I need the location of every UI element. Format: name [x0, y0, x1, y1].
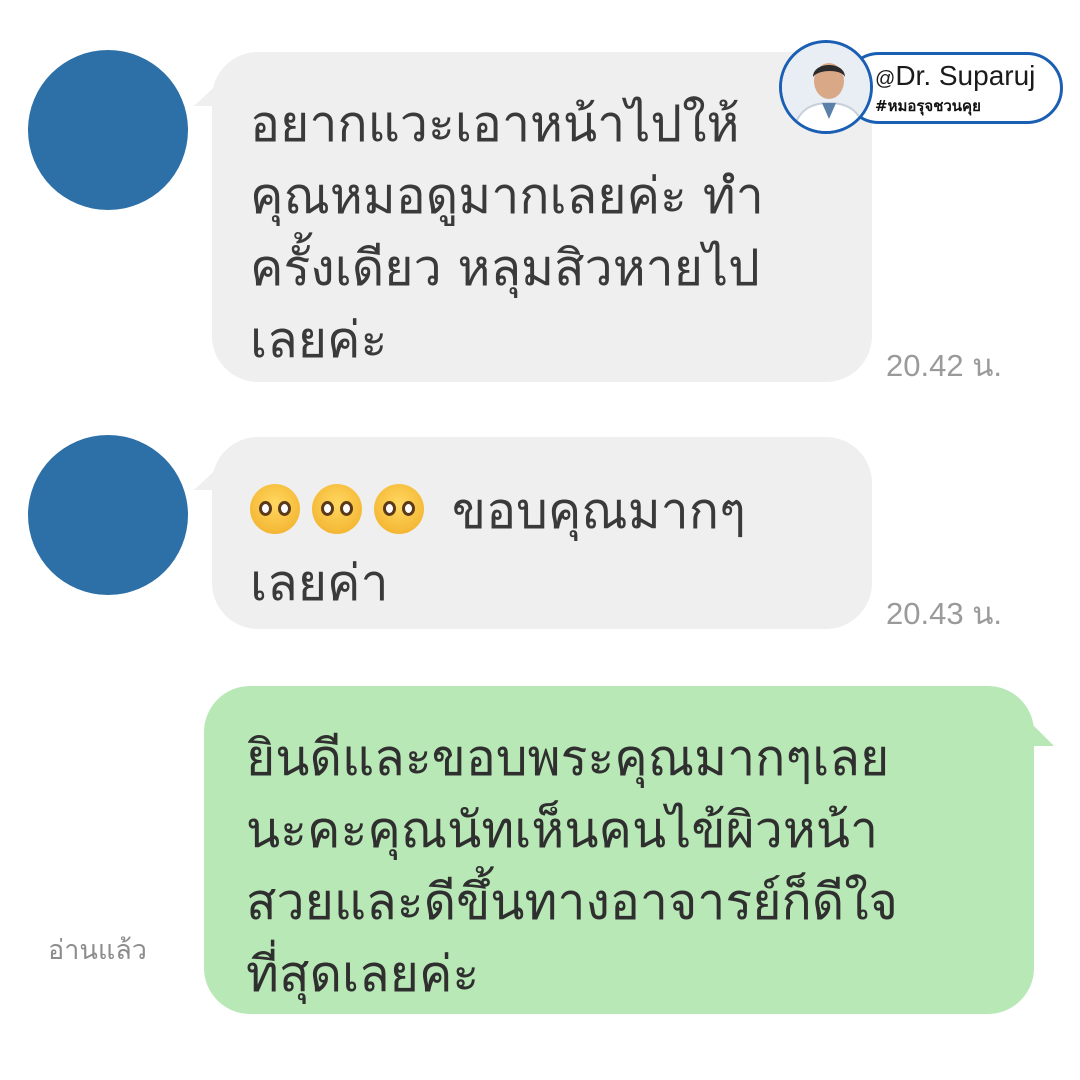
message-text: ขอบคุณมากๆ	[451, 482, 746, 540]
message-timestamp: 20.43 น.	[886, 596, 1002, 631]
doctor-avatar-icon	[779, 40, 873, 134]
badge-hashtag: #หมอรุจชวนคุย	[875, 97, 981, 115]
message-text-line: ครั้งเดียว หลุมสิวหายไป	[250, 239, 760, 297]
bubble-tail	[1020, 712, 1054, 746]
message-text-line: ขอบคุณมากๆ	[250, 475, 872, 547]
sender-avatar[interactable]	[28, 50, 188, 210]
outgoing-message-bubble[interactable]: ยินดีและขอบพระคุณมากๆเลย นะคะคุณนัทเห็นค…	[204, 686, 1034, 1014]
message-text-line: สวยและดีขึ้นทางอาจารย์ก็ดีใจ	[246, 873, 898, 931]
message-text-line: คุณหมอดูมากเลยค่ะ ทำ	[250, 167, 764, 225]
pleading-face-emoji-icon	[374, 484, 424, 534]
message-text-line: เลยค่า	[250, 554, 389, 612]
pleading-face-emoji-icon	[312, 484, 362, 534]
read-receipt: อ่านแล้ว	[48, 935, 147, 966]
incoming-message-bubble[interactable]: อยากแวะเอาหน้าไปให้ คุณหมอดูมากเลยค่ะ ทำ…	[212, 52, 872, 382]
message-text-line: เลยค่ะ	[250, 311, 388, 369]
chat-view: อยากแวะเอาหน้าไปให้ คุณหมอดูมากเลยค่ะ ทำ…	[0, 0, 1080, 1080]
message-timestamp: 20.42 น.	[886, 348, 1002, 383]
message-text-line: ยินดีและขอบพระคุณมากๆเลย	[246, 729, 890, 787]
message-text-line: ที่สุดเลยค่ะ	[246, 945, 480, 1003]
message-text-line: นะคะคุณนัทเห็นคนไข้ผิวหน้า	[246, 801, 879, 859]
sender-avatar[interactable]	[28, 435, 188, 595]
doctor-watermark-badge: @Dr. Suparuj #หมอรุจชวนคุย	[775, 38, 1075, 138]
pleading-face-emoji-icon	[250, 484, 300, 534]
incoming-message-bubble[interactable]: ขอบคุณมากๆ เลยค่า	[212, 437, 872, 629]
badge-handle: @Dr. Suparuj	[875, 60, 1036, 91]
